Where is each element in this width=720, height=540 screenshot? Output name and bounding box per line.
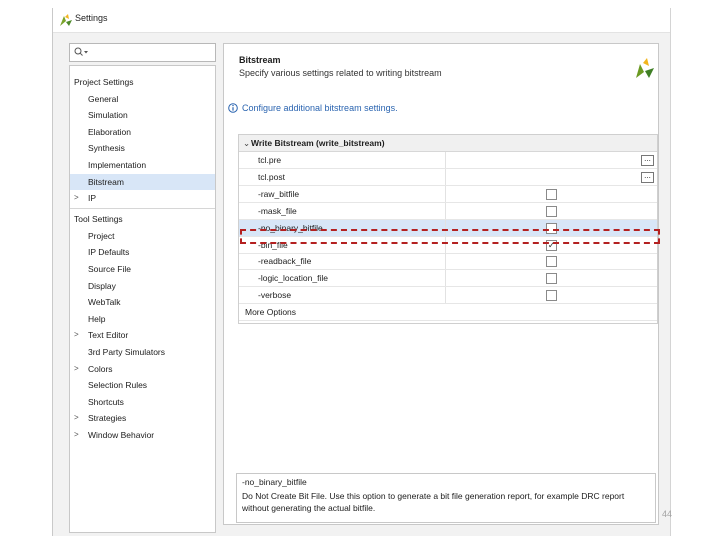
tree-item-3rd-party-simulators[interactable]: 3rd Party Simulators bbox=[70, 344, 215, 360]
property-row-verbose[interactable]: -verbose bbox=[239, 287, 657, 305]
bin-file-highlight-box bbox=[240, 229, 660, 244]
chevron-right-icon: > bbox=[74, 430, 79, 439]
vivado-logo-icon bbox=[60, 14, 72, 26]
tree-divider bbox=[70, 208, 215, 210]
property-row-tcl-post[interactable]: tcl.post... bbox=[239, 168, 657, 186]
tree-item-implementation[interactable]: Implementation bbox=[70, 157, 215, 173]
tree-item-project[interactable]: Project bbox=[70, 228, 215, 244]
tree-item-shortcuts[interactable]: Shortcuts bbox=[70, 394, 215, 410]
tree-item-selection-rules[interactable]: Selection Rules bbox=[70, 377, 215, 393]
tree-item-synthesis[interactable]: Synthesis bbox=[70, 140, 215, 156]
panel-subtitle: Specify various settings related to writ… bbox=[239, 68, 442, 78]
tree-item-window-behavior[interactable]: > Window Behavior bbox=[70, 427, 215, 443]
group-title: Write Bitstream (write_bitstream) bbox=[251, 138, 385, 148]
search-icon bbox=[74, 47, 88, 56]
tree-item-elaboration[interactable]: Elaboration bbox=[70, 124, 215, 140]
tree-item-bitstream[interactable]: Bitstream bbox=[70, 173, 215, 190]
tree-item-ip[interactable]: > IP bbox=[70, 190, 215, 206]
bitstream-settings-panel: Bitstream Specify various settings relat… bbox=[223, 43, 659, 525]
settings-window: Settings Project Settings General Simulati… bbox=[52, 8, 671, 536]
tree-item-general[interactable]: General bbox=[70, 91, 215, 107]
property-row-tcl-pre[interactable]: tcl.pre... bbox=[239, 152, 657, 169]
property-row-mask-file[interactable]: -mask_file bbox=[239, 202, 657, 220]
tree-item-text-editor[interactable]: > Text Editor bbox=[70, 327, 215, 343]
verbose-checkbox[interactable] bbox=[546, 290, 557, 302]
chevron-right-icon: > bbox=[74, 193, 79, 203]
property-row-readback-file[interactable]: -readback_file bbox=[239, 253, 657, 271]
description-text: Do Not Create Bit File. Use this option … bbox=[242, 491, 625, 513]
window-title: Settings bbox=[75, 13, 108, 23]
tree-item-webtalk[interactable]: WebTalk bbox=[70, 294, 215, 310]
configure-bitstream-link[interactable]: Configure additional bitstream settings. bbox=[242, 103, 398, 113]
project-settings-header: Project Settings bbox=[74, 77, 134, 87]
chevron-down-icon: ⌄ bbox=[243, 138, 251, 148]
column-divider bbox=[445, 270, 446, 287]
property-row-raw-bitfile[interactable]: -raw_bitfile bbox=[239, 185, 657, 203]
property-name: tcl.pre bbox=[258, 155, 282, 165]
write-bitstream-group-header[interactable]: ⌄ Write Bitstream (write_bitstream) bbox=[239, 135, 657, 152]
tree-item-source-file[interactable]: Source File bbox=[70, 261, 215, 277]
property-row-logic-location-file[interactable]: -logic_location_file bbox=[239, 270, 657, 288]
tcl-pre-browse-button[interactable]: ... bbox=[641, 155, 654, 166]
chevron-right-icon: > bbox=[74, 330, 79, 340]
tree-item-display[interactable]: Display bbox=[70, 278, 215, 294]
property-name: More Options bbox=[245, 307, 297, 318]
property-name: -verbose bbox=[258, 290, 292, 301]
chevron-right-icon: > bbox=[74, 363, 79, 373]
mask-file-checkbox[interactable] bbox=[546, 205, 557, 217]
property-name: -raw_bitfile bbox=[258, 188, 300, 199]
chevron-right-icon: > bbox=[74, 413, 79, 423]
property-name: -logic_location_file bbox=[258, 273, 328, 284]
settings-tree: Project Settings General Simulation Elabora… bbox=[69, 65, 216, 533]
column-divider bbox=[445, 253, 446, 270]
tool-settings-header: Tool Settings bbox=[74, 214, 123, 225]
search-input[interactable] bbox=[69, 43, 216, 62]
property-name: -readback_file bbox=[258, 256, 312, 267]
tree-item-help[interactable]: Help bbox=[70, 311, 215, 327]
tree-item-ip-defaults[interactable]: IP Defaults bbox=[70, 244, 215, 260]
property-row-more-options[interactable]: More Options bbox=[239, 304, 657, 322]
column-divider bbox=[445, 287, 446, 304]
readback-file-checkbox[interactable] bbox=[546, 256, 557, 268]
panel-title: Bitstream bbox=[239, 55, 281, 65]
description-title: -no_binary_bitfile bbox=[242, 477, 307, 487]
column-divider bbox=[445, 168, 446, 185]
tcl-post-browse-button[interactable]: ... bbox=[641, 171, 654, 183]
settings-nav-panel: Project Settings General Simulation Elabora… bbox=[69, 43, 216, 533]
raw-bitfile-checkbox[interactable] bbox=[546, 188, 557, 200]
property-name: -mask_file bbox=[258, 205, 297, 216]
tree-item-colors[interactable]: > Colors bbox=[70, 361, 215, 377]
logic-location-file-checkbox[interactable] bbox=[546, 273, 557, 285]
title-bar: Settings bbox=[53, 8, 670, 33]
tree-item-simulation[interactable]: Simulation bbox=[70, 107, 215, 123]
column-divider bbox=[445, 202, 446, 219]
tree-item-strategies[interactable]: > Strategies bbox=[70, 410, 215, 426]
slide-page-number: 44 bbox=[662, 509, 673, 519]
property-name: tcl.post bbox=[258, 171, 285, 182]
info-icon bbox=[228, 103, 238, 113]
column-divider bbox=[445, 152, 446, 168]
vivado-logo-icon bbox=[636, 58, 654, 78]
option-description-panel: -no_binary_bitfile Do Not Create Bit Fil… bbox=[236, 473, 656, 523]
column-divider bbox=[445, 185, 446, 202]
